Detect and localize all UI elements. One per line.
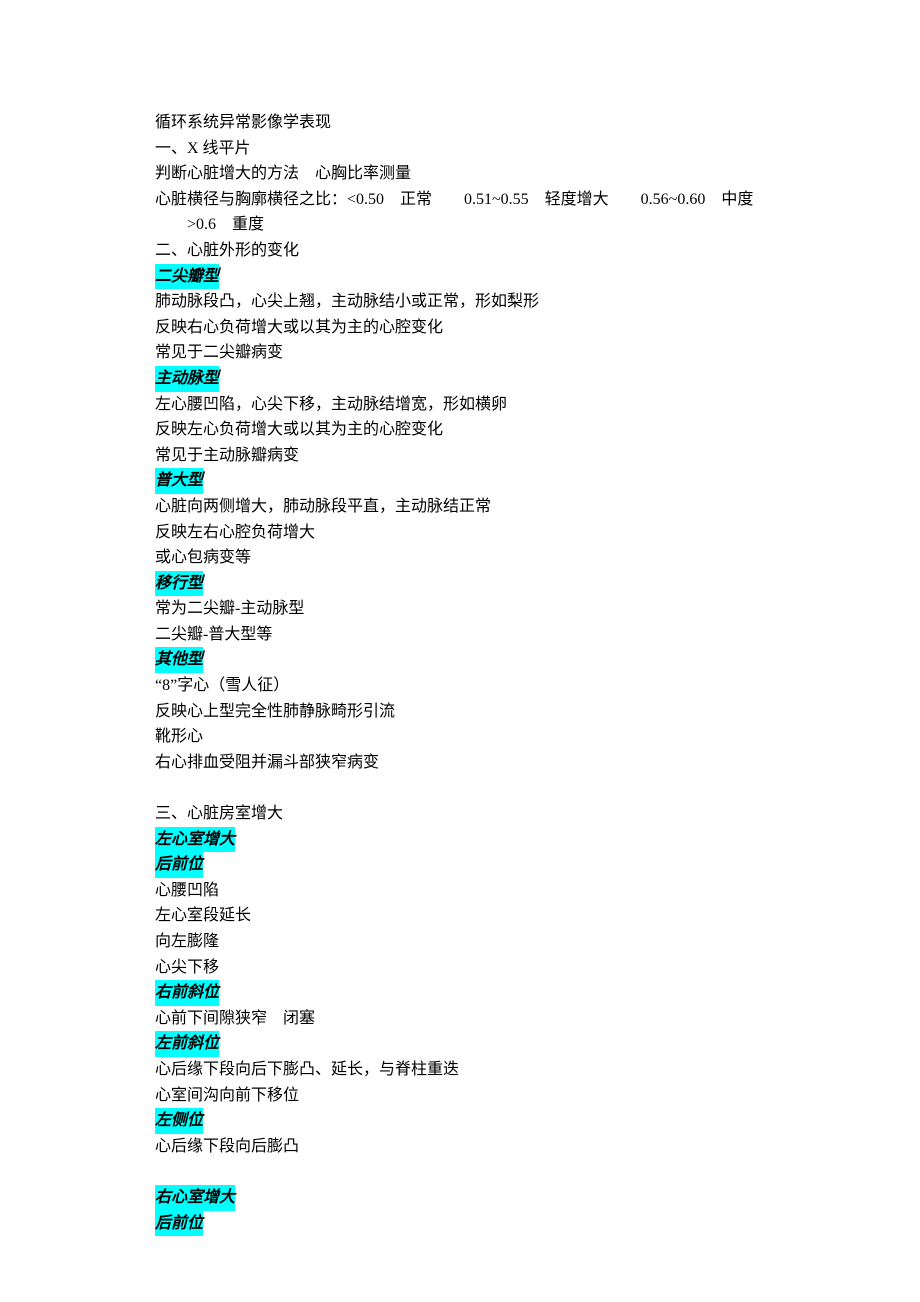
subheading-pa-view-2: 后前位 <box>155 1211 203 1237</box>
body-text: “8”字心（雪人征） <box>155 673 765 699</box>
body-text: 靴形心 <box>155 724 765 750</box>
body-text: 右心排血受阻并漏斗部狭窄病变 <box>155 750 765 776</box>
body-text: 常见于主动脉瓣病变 <box>155 443 765 469</box>
subheading-transition: 移行型 <box>155 571 203 597</box>
body-text: 常为二尖瓣-主动脉型 <box>155 596 765 622</box>
body-text: 反映右心负荷增大或以其为主的心腔变化 <box>155 315 765 341</box>
body-text: 心尖下移 <box>155 955 765 981</box>
subheading-aortic: 主动脉型 <box>155 366 219 392</box>
body-text: 心后缘下段向后膨凸 <box>155 1134 765 1160</box>
body-text: 常见于二尖瓣病变 <box>155 340 765 366</box>
subheading-lao-view: 左前斜位 <box>155 1031 219 1057</box>
body-text: 反映心上型完全性肺静脉畸形引流 <box>155 699 765 725</box>
subheading-other: 其他型 <box>155 647 203 673</box>
body-text: >0.6 重度 <box>155 212 765 238</box>
subheading-rv: 右心室增大 <box>155 1185 235 1211</box>
body-text: 心后缘下段向后下膨凸、延长，与脊柱重迭 <box>155 1057 765 1083</box>
section-3-heading: 三、心脏房室增大 <box>155 801 765 827</box>
subheading-general: 普大型 <box>155 468 203 494</box>
body-text: 判断心脏增大的方法 心胸比率测量 <box>155 161 765 187</box>
body-text: 心前下间隙狭窄 闭塞 <box>155 1006 765 1032</box>
subheading-pa-view: 后前位 <box>155 852 203 878</box>
body-text: 心室间沟向前下移位 <box>155 1083 765 1109</box>
body-text: 肺动脉段凸，心尖上翘，主动脉结小或正常，形如梨形 <box>155 289 765 315</box>
subheading-rao-view: 右前斜位 <box>155 980 219 1006</box>
body-text: 左心腰凹陷，心尖下移，主动脉结增宽，形如横卵 <box>155 392 765 418</box>
document-page: 循环系统异常影像学表现 一、X 线平片 判断心脏增大的方法 心胸比率测量 心脏横… <box>0 0 920 1302</box>
section-2-heading: 二、心脏外形的变化 <box>155 238 765 264</box>
body-text: 二尖瓣-普大型等 <box>155 622 765 648</box>
body-text: 心脏横径与胸廓横径之比：<0.50 正常 0.51~0.55 轻度增大 0.56… <box>155 187 765 213</box>
body-text: 反映左右心腔负荷增大 <box>155 520 765 546</box>
doc-title: 循环系统异常影像学表现 <box>155 110 765 136</box>
subheading-lateral-view: 左侧位 <box>155 1108 203 1134</box>
body-text: 或心包病变等 <box>155 545 765 571</box>
body-text: 反映左心负荷增大或以其为主的心腔变化 <box>155 417 765 443</box>
blank-line <box>155 1159 765 1185</box>
blank-line <box>155 775 765 801</box>
body-text: 向左膨隆 <box>155 929 765 955</box>
body-text: 左心室段延长 <box>155 903 765 929</box>
section-1-heading: 一、X 线平片 <box>155 136 765 162</box>
body-text: 心脏向两侧增大，肺动脉段平直，主动脉结正常 <box>155 494 765 520</box>
subheading-lv: 左心室增大 <box>155 827 235 853</box>
body-text: 心腰凹陷 <box>155 878 765 904</box>
subheading-mitral: 二尖瓣型 <box>155 264 219 290</box>
